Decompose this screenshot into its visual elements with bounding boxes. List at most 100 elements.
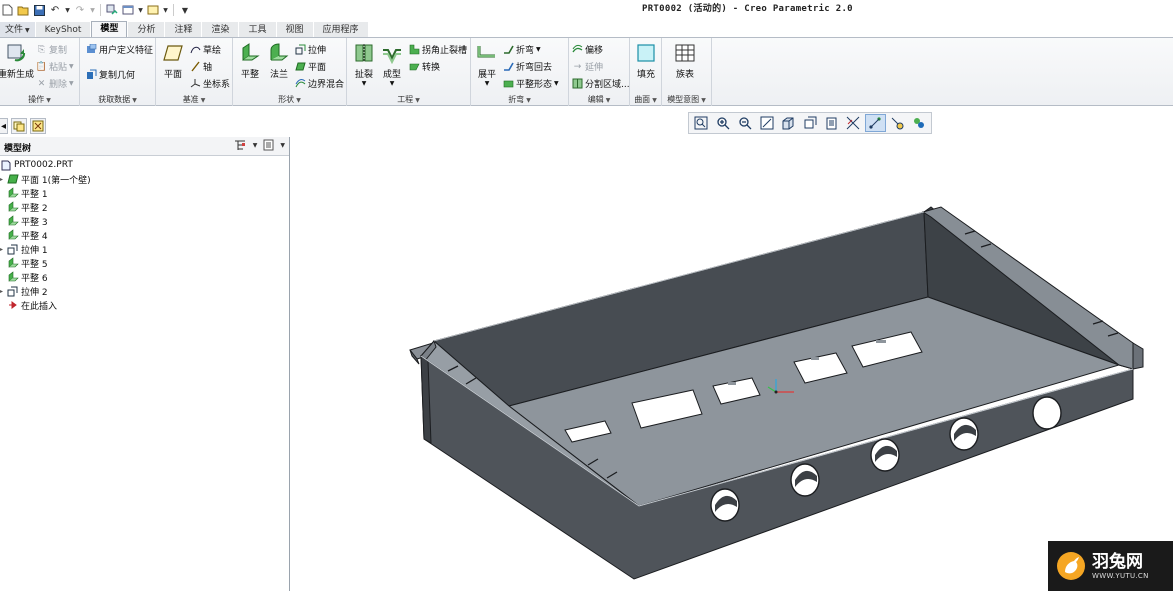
corner-relief-button[interactable]: 拐角止裂槽	[409, 43, 467, 56]
tree-item-feature[interactable]: 平整 2	[7, 200, 48, 214]
group-label[interactable]: 模型意图 ▼	[662, 94, 711, 105]
form-button[interactable]: 成型 ▼	[381, 42, 403, 87]
undo-icon[interactable]: ↶	[48, 3, 62, 17]
bend-button[interactable]: 折弯 ▼	[503, 43, 541, 56]
convert-button[interactable]: 转换	[409, 60, 440, 73]
planar-button[interactable]: 平面	[295, 60, 326, 73]
extrude-button[interactable]: 拉伸	[295, 43, 326, 56]
tree-item-feature[interactable]: ▸ 拉伸 1	[0, 242, 48, 256]
expand-icon[interactable]: ▸	[0, 288, 6, 295]
chevron-down-icon[interactable]: ▼	[280, 142, 285, 155]
boundary-blend-button[interactable]: 边界混合	[295, 77, 344, 90]
group-label[interactable]: 折弯 ▼	[471, 94, 568, 105]
close-window-icon[interactable]	[146, 3, 160, 17]
group-label[interactable]: 操作 ▼	[0, 94, 79, 105]
tab-annotate[interactable]: 注释	[165, 22, 202, 37]
tree-item-feature[interactable]: 平整 6	[7, 270, 48, 284]
repaint-icon[interactable]	[756, 114, 777, 132]
tree-item-feature[interactable]: ▸ 拉伸 2	[0, 284, 48, 298]
tab-render[interactable]: 渲染	[202, 22, 239, 37]
extrude-icon	[7, 243, 19, 255]
tab-keyshot[interactable]: KeyShot	[35, 22, 91, 37]
chevron-down-icon[interactable]: ▼	[162, 3, 169, 17]
new-icon[interactable]	[0, 3, 14, 17]
extend-button[interactable]: → 延伸	[572, 60, 603, 74]
split-area-icon	[572, 78, 583, 89]
expand-icon[interactable]: ▸	[0, 246, 6, 253]
window-icon[interactable]	[121, 3, 135, 17]
tree-item-root[interactable]: PRT0002.PRT	[0, 158, 73, 172]
annotation-display-icon[interactable]	[908, 114, 929, 132]
favorites-icon[interactable]	[30, 118, 46, 134]
copy-geometry-button[interactable]: 复制几何	[86, 68, 135, 81]
group-label[interactable]: 获取数据 ▼	[80, 94, 155, 105]
show-menu-icon[interactable]	[263, 139, 274, 155]
spin-center-icon[interactable]	[887, 114, 908, 132]
tree-item-feature[interactable]: 平整 4	[7, 228, 48, 242]
split-area-button[interactable]: 分割区域...	[572, 77, 630, 90]
tab-analysis[interactable]: 分析	[128, 22, 165, 37]
regenerate-button[interactable]: 重新生成	[0, 42, 34, 80]
zoom-in-icon[interactable]	[713, 114, 734, 132]
model-tree-tab-icon[interactable]: ◂	[0, 118, 8, 134]
perspective-icon[interactable]	[843, 114, 864, 132]
redo-icon[interactable]: ↷	[73, 3, 87, 17]
family-table-button[interactable]: 族表	[674, 42, 696, 80]
tree-item-feature[interactable]: 平整 5	[7, 256, 48, 270]
tree-item-feature[interactable]: 平整 1	[7, 186, 48, 200]
group-label[interactable]: 基准 ▼	[156, 94, 232, 105]
group-model-intent: 族表 模型意图 ▼	[662, 38, 712, 106]
group-label[interactable]: 编辑 ▼	[569, 94, 629, 105]
view-manager-icon[interactable]	[821, 114, 842, 132]
bend-back-button[interactable]: 折弯回去	[503, 60, 552, 73]
tab-tools[interactable]: 工具	[239, 22, 276, 37]
chevron-down-icon[interactable]: ▼	[137, 3, 144, 17]
sheetmetal-part-model[interactable]	[291, 137, 1173, 591]
saved-views-icon[interactable]	[800, 114, 821, 132]
datum-axis-icon	[190, 61, 201, 72]
datum-axis-button[interactable]: 轴	[190, 60, 212, 73]
tab-view[interactable]: 视图	[276, 22, 313, 37]
display-style-icon[interactable]	[778, 114, 799, 132]
tree-item-feature[interactable]: ▸ 平面 1(第一个壁)	[0, 172, 91, 186]
regenerate-icon[interactable]	[105, 3, 119, 17]
flange-button[interactable]: 法兰	[268, 42, 290, 80]
datum-display-icon[interactable]	[864, 114, 886, 132]
offset-button[interactable]: 偏移	[572, 43, 603, 56]
group-label[interactable]: 曲面 ▼	[630, 94, 661, 105]
paste-button[interactable]: 📋 粘贴 ▼	[36, 60, 74, 74]
folder-browser-icon[interactable]	[11, 118, 27, 134]
fill-button[interactable]: 填充	[635, 42, 657, 80]
tab-model[interactable]: 模型	[91, 21, 128, 37]
udf-button[interactable]: 用户定义特征	[86, 43, 153, 56]
copy-button[interactable]: ⎘ 复制	[36, 43, 67, 57]
tree-item-feature[interactable]: 平整 3	[7, 214, 48, 228]
open-icon[interactable]	[16, 3, 30, 17]
customize-icon[interactable]: ▼	[178, 3, 192, 17]
sketch-button[interactable]: 草绘	[190, 43, 221, 56]
refit-icon[interactable]	[691, 114, 712, 132]
group-label[interactable]: 形状 ▼	[233, 94, 346, 105]
tree-item-insert-here[interactable]: 在此插入	[7, 298, 57, 312]
tab-applications[interactable]: 应用程序	[313, 22, 368, 37]
chevron-down-icon[interactable]: ▼	[89, 3, 96, 17]
chevron-down-icon[interactable]: ▼	[64, 3, 71, 17]
group-operations: 重新生成 ⎘ 复制 📋 粘贴 ▼ ✕ 删除 ▼ 操作 ▼	[0, 38, 80, 106]
delete-button[interactable]: ✕ 删除 ▼	[36, 77, 74, 91]
rip-button[interactable]: 扯裂 ▼	[353, 42, 375, 87]
tab-file[interactable]: 文件 ▼	[0, 22, 35, 37]
flat-wall-button[interactable]: 平整	[239, 42, 261, 80]
datum-plane-button[interactable]: 平面	[162, 42, 184, 80]
flat-state-button[interactable]: 平整形态 ▼	[503, 77, 559, 90]
group-label[interactable]: 工程 ▼	[347, 94, 470, 105]
graphics-viewport[interactable]	[291, 137, 1173, 591]
csys-button[interactable]: 坐标系	[190, 77, 230, 90]
expand-icon[interactable]: ▸	[0, 176, 6, 183]
group-shapes: 平整 法兰 拉伸 平面 边界混合 形状 ▼	[233, 38, 347, 106]
tree-settings-icon[interactable]	[233, 139, 247, 155]
tree-item-label: 平整 6	[21, 273, 48, 284]
chevron-down-icon[interactable]: ▼	[253, 142, 258, 155]
zoom-out-icon[interactable]	[734, 114, 755, 132]
unbend-button[interactable]: 展平 ▼	[476, 42, 498, 87]
save-icon[interactable]	[32, 3, 46, 17]
